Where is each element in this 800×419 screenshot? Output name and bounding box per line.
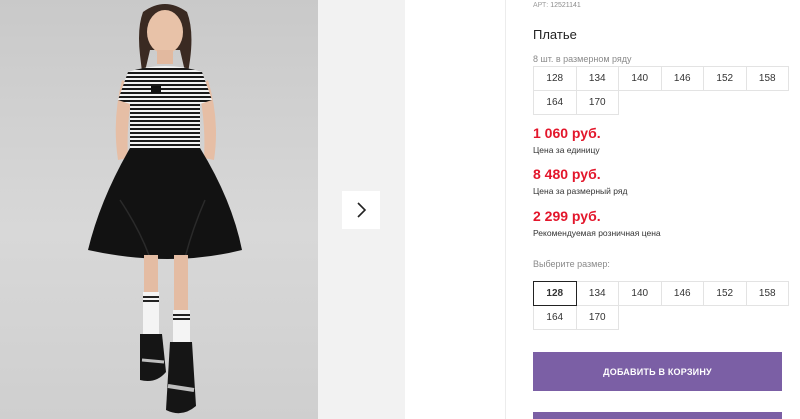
gallery-next-button[interactable] [342, 191, 380, 229]
product-sku: АРТ: 12521141 [533, 2, 581, 9]
product-title: Платье [533, 27, 577, 42]
pack-size-grid: 128 134 140 146 152 158 164 170 [533, 66, 789, 115]
secondary-action-button[interactable] [533, 412, 782, 419]
pack-size-cell: 140 [618, 66, 662, 91]
size-selector: 128 134 140 146 152 158 164 170 [533, 281, 789, 330]
chevron-right-icon [357, 202, 367, 218]
retail-price: 2 299 руб. [533, 208, 601, 224]
sku-label: АРТ: [533, 2, 549, 9]
size-option[interactable]: 146 [660, 281, 704, 306]
product-photo [0, 0, 318, 419]
pack-price-note: Цена за размерный ряд [533, 186, 628, 196]
size-option[interactable]: 152 [703, 281, 747, 306]
girl-in-dress-image [88, 4, 242, 414]
size-option-selected[interactable]: 128 [533, 281, 577, 306]
sku-value: 12521141 [550, 2, 581, 9]
add-to-cart-button[interactable]: ДОБАВИТЬ В КОРЗИНУ [533, 352, 782, 391]
pack-size-cell: 158 [745, 66, 789, 91]
pack-size-cell: 146 [660, 66, 704, 91]
pack-price: 8 480 руб. [533, 166, 601, 182]
pack-size-cell: 134 [575, 66, 619, 91]
size-option[interactable]: 134 [575, 281, 619, 306]
column-divider [505, 0, 506, 419]
retail-price-note: Рекомендуемая розничная цена [533, 228, 661, 238]
pack-size-cell: 164 [533, 90, 577, 115]
pack-size-label: 8 шт. в размерном ряду [533, 54, 632, 64]
pack-size-cell: 152 [703, 66, 747, 91]
size-option[interactable]: 140 [618, 281, 662, 306]
pack-size-cell: 170 [575, 90, 619, 115]
pack-size-cell: 128 [533, 66, 577, 91]
choose-size-label: Выберите размер: [533, 259, 610, 269]
unit-price: 1 060 руб. [533, 125, 601, 141]
size-option[interactable]: 164 [533, 305, 577, 330]
unit-price-note: Цена за единицу [533, 145, 600, 155]
size-option[interactable]: 158 [745, 281, 789, 306]
size-option[interactable]: 170 [575, 305, 619, 330]
